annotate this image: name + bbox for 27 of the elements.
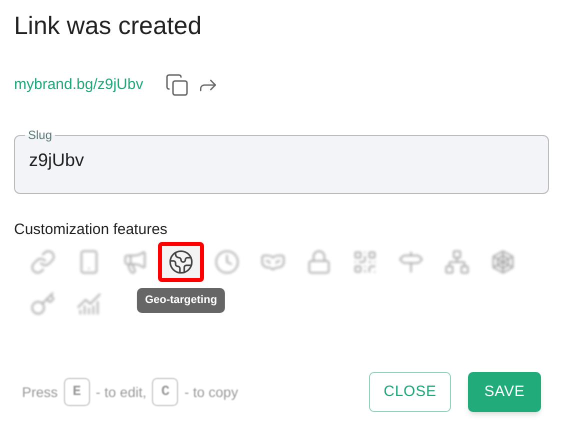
key-cap: C [152,378,178,406]
hint-text: Press [22,382,58,402]
key-cap: E [64,378,90,406]
feature-button[interactable] [158,242,204,282]
qr-code-icon [352,249,378,275]
dialog-title: Link was created [14,11,203,42]
short-link[interactable]: mybrand.bg/z9jUbv [14,74,144,96]
chart-icon [76,291,102,317]
network-icon [444,249,470,275]
hint-text: - to copy [184,382,238,402]
section-label: Customization features [14,220,168,240]
megaphone-icon [122,249,148,275]
slug-field[interactable]: Slug z9jUbv [14,127,549,194]
slug-value: z9jUbv [29,149,86,172]
copy-icon[interactable] [165,73,190,97]
signpost-icon [398,249,424,275]
close-button[interactable]: CLOSE [369,372,451,412]
key-icon [30,291,56,317]
lock-icon [306,249,332,275]
spiderweb-icon [490,249,516,275]
tooltip: Geo-targeting [136,288,226,312]
hint-text: - to edit, [96,382,146,402]
link-icon [30,249,56,275]
slug-label: Slug [27,127,54,143]
save-button[interactable]: SAVE [468,372,541,412]
clock-icon [214,249,240,275]
globe-icon [168,249,194,275]
